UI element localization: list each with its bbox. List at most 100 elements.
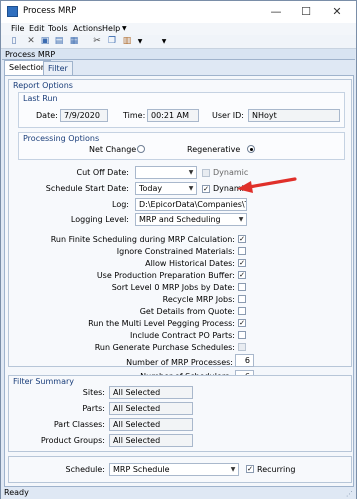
ignore-constrained-materials-label: Ignore Constrained Materials: bbox=[116, 247, 235, 256]
use-production-buffer-label: Use Production Preparation Buffer: bbox=[96, 271, 235, 280]
maximize-button[interactable]: ☐ bbox=[293, 1, 319, 23]
schedule-label: Schedule: bbox=[65, 465, 105, 474]
net-change-radio[interactable] bbox=[137, 145, 145, 153]
tab-strip: Selection Filter bbox=[2, 60, 355, 75]
run-generate-purchase-schedules-label: Run Generate Purchase Schedules: bbox=[94, 343, 235, 352]
menu-bar: File Edit Tools Actions Help ▼ bbox=[1, 23, 356, 35]
schedule-combo[interactable]: MRP Schedule ▼ bbox=[109, 463, 239, 476]
menu-edit[interactable]: Edit bbox=[29, 23, 45, 35]
schedule-start-date-label: Schedule Start Date: bbox=[45, 184, 129, 193]
multi-level-pegging-checkbox[interactable]: ✓ bbox=[238, 319, 246, 327]
title-bar: Process MRP — ☐ ✕ bbox=[1, 1, 356, 23]
app-icon bbox=[7, 6, 18, 17]
allow-historical-dates-checkbox[interactable]: ✓ bbox=[238, 259, 246, 267]
sort-level0-jobs-checkbox[interactable] bbox=[238, 283, 246, 291]
recurring-label: Recurring bbox=[257, 465, 296, 474]
tab-filter[interactable]: Filter bbox=[43, 61, 73, 75]
sort-level0-jobs-label: Sort Level 0 MRP Jobs by Date: bbox=[111, 283, 235, 292]
resize-grip-icon[interactable]: ⋰ bbox=[346, 490, 354, 498]
last-run-user-label: User ID: bbox=[212, 111, 244, 120]
cut-off-date-field[interactable]: ▼ bbox=[135, 166, 197, 179]
panel-title: Process MRP bbox=[5, 50, 56, 59]
status-bar: Ready ⋰ bbox=[1, 487, 356, 499]
cut-off-dynamic-checkbox[interactable] bbox=[202, 169, 210, 177]
menu-help[interactable]: Help bbox=[102, 23, 120, 35]
filter-summary-title: Filter Summary bbox=[13, 377, 75, 386]
recycle-mrp-jobs-checkbox[interactable] bbox=[238, 295, 246, 303]
run-generate-purchase-schedules-checkbox[interactable] bbox=[238, 343, 246, 351]
recycle-mrp-jobs-label: Recycle MRP Jobs: bbox=[162, 295, 235, 304]
processing-options-group: Processing Options Net Change Regenerati… bbox=[18, 132, 345, 160]
run-finite-scheduling-label: Run Finite Scheduling during MRP Calcula… bbox=[50, 235, 235, 244]
part-classes-field: All Selected bbox=[109, 418, 193, 431]
last-run-time-field: 00:21 AM bbox=[147, 109, 199, 122]
window-title: Process MRP bbox=[23, 6, 77, 16]
sites-label: Sites: bbox=[82, 388, 105, 397]
product-groups-label: Product Groups: bbox=[40, 436, 105, 445]
parts-field: All Selected bbox=[109, 402, 193, 415]
last-run-date-label: Date: bbox=[36, 111, 58, 120]
dropdown-arrow-icon[interactable]: ▼ bbox=[187, 168, 195, 177]
new-icon[interactable]: ▯ bbox=[8, 36, 20, 47]
refresh-icon[interactable]: ▦ bbox=[68, 36, 80, 47]
filter-summary-group: Filter Summary Sites: All Selected Parts… bbox=[8, 375, 352, 452]
cut-icon[interactable]: ✂ bbox=[91, 36, 103, 47]
paste-dropdown-icon[interactable]: ▼ bbox=[134, 36, 146, 47]
product-groups-field: All Selected bbox=[109, 434, 193, 447]
dropdown-arrow-icon[interactable]: ▼ bbox=[187, 184, 195, 193]
toolbar-overflow-icon[interactable]: ▼ bbox=[158, 36, 170, 47]
report-options-title: Report Options bbox=[13, 81, 73, 90]
logging-level-label: Logging Level: bbox=[70, 215, 129, 224]
dropdown-arrow-icon[interactable]: ▼ bbox=[237, 215, 245, 224]
status-text: Ready bbox=[4, 488, 29, 497]
part-classes-label: Part Classes: bbox=[53, 420, 105, 429]
menu-tools[interactable]: Tools bbox=[48, 23, 68, 35]
multi-level-pegging-label: Run the Multi Level Pegging Process: bbox=[88, 319, 235, 328]
processing-options-title: Processing Options bbox=[23, 134, 100, 143]
menu-actions[interactable]: Actions bbox=[73, 23, 102, 35]
schedule-value: MRP Schedule bbox=[113, 465, 170, 474]
log-label: Log: bbox=[112, 200, 129, 209]
mrp-processes-label: Number of MRP Processes: bbox=[126, 358, 233, 367]
sites-field: All Selected bbox=[109, 386, 193, 399]
include-contract-po-label: Include Contract PO Parts: bbox=[130, 331, 235, 340]
close-button[interactable]: ✕ bbox=[324, 1, 350, 23]
schedule-group: Schedule: MRP Schedule ▼ ✓ Recurring bbox=[8, 456, 352, 483]
schedule-start-date-combo[interactable]: Today ▼ bbox=[135, 182, 197, 195]
net-change-label: Net Change bbox=[89, 145, 137, 154]
last-run-group: Last Run Date: 7/9/2020 Time: 00:21 AM U… bbox=[18, 92, 345, 128]
minimize-button[interactable]: — bbox=[263, 1, 289, 23]
get-details-from-quote-label: Get Details from Quote: bbox=[139, 307, 235, 316]
dropdown-arrow-icon[interactable]: ▼ bbox=[229, 465, 237, 474]
last-run-user-field: NHoyt bbox=[248, 109, 340, 122]
last-run-title: Last Run bbox=[23, 94, 58, 103]
annotation-arrow-icon bbox=[237, 177, 297, 193]
get-details-from-quote-checkbox[interactable] bbox=[238, 307, 246, 315]
parts-label: Parts: bbox=[82, 404, 105, 413]
print-preview-icon[interactable]: ▤ bbox=[53, 36, 65, 47]
allow-historical-dates-label: Allow Historical Dates: bbox=[145, 259, 235, 268]
log-path-field[interactable]: D:\EpicorData\Companies\TEI bbox=[135, 198, 247, 211]
save-icon[interactable]: ▣ bbox=[39, 36, 51, 47]
panel-header: Process MRP bbox=[2, 49, 355, 60]
logging-level-combo[interactable]: MRP and Scheduling ▼ bbox=[135, 213, 247, 226]
regenerative-radio[interactable] bbox=[247, 145, 255, 153]
ignore-constrained-materials-checkbox[interactable] bbox=[238, 247, 246, 255]
menu-file[interactable]: File bbox=[11, 23, 24, 35]
delete-icon[interactable]: ✕ bbox=[25, 36, 37, 47]
report-options-group: Report Options Last Run Date: 7/9/2020 T… bbox=[8, 79, 352, 367]
schedule-start-date-value: Today bbox=[139, 184, 163, 193]
schedule-dynamic-checkbox[interactable]: ✓ bbox=[202, 185, 210, 193]
recurring-checkbox[interactable]: ✓ bbox=[246, 465, 254, 473]
paste-icon[interactable]: ▥ bbox=[121, 36, 133, 47]
include-contract-po-checkbox[interactable] bbox=[238, 331, 246, 339]
regenerative-label: Regenerative bbox=[187, 145, 241, 154]
cut-off-date-label: Cut Off Date: bbox=[76, 168, 129, 177]
mrp-processes-field[interactable]: 6 bbox=[235, 354, 254, 367]
run-finite-scheduling-checkbox[interactable]: ✓ bbox=[238, 235, 246, 243]
process-mrp-window: Process MRP — ☐ ✕ File Edit Tools Action… bbox=[0, 0, 357, 499]
help-dropdown-icon[interactable]: ▼ bbox=[122, 23, 127, 35]
use-production-buffer-checkbox[interactable]: ✓ bbox=[238, 271, 246, 279]
last-run-time-label: Time: bbox=[123, 111, 146, 120]
copy-icon[interactable]: ❐ bbox=[106, 36, 118, 47]
